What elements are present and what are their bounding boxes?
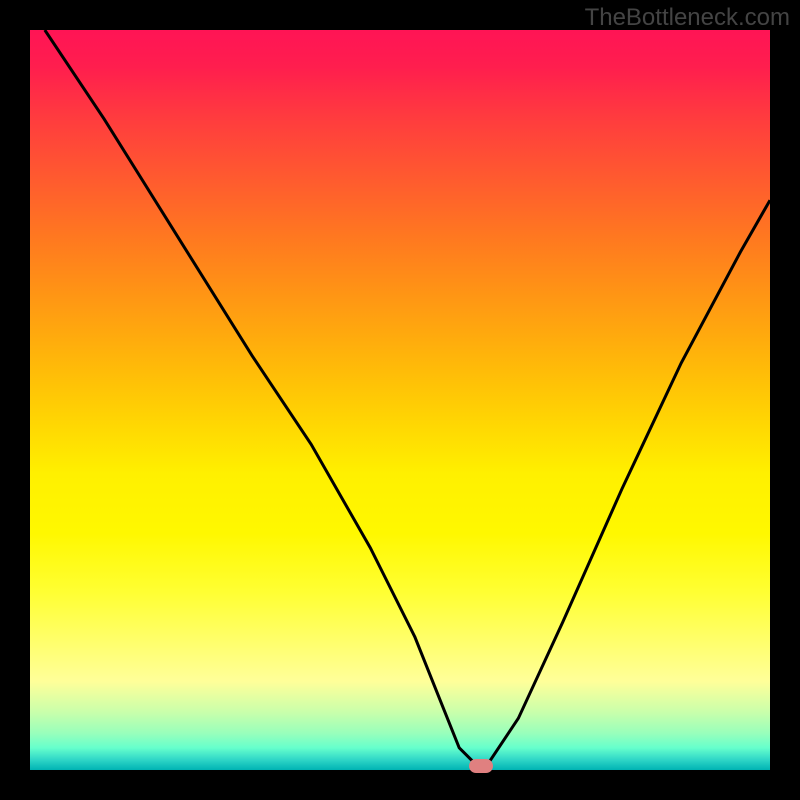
watermark-label: TheBottleneck.com bbox=[585, 4, 790, 32]
optimal-marker bbox=[469, 759, 493, 773]
bottleneck-curve bbox=[45, 30, 770, 766]
curve-svg bbox=[30, 30, 770, 770]
plot-area bbox=[30, 30, 770, 770]
chart-container: TheBottleneck.com bbox=[0, 0, 800, 800]
